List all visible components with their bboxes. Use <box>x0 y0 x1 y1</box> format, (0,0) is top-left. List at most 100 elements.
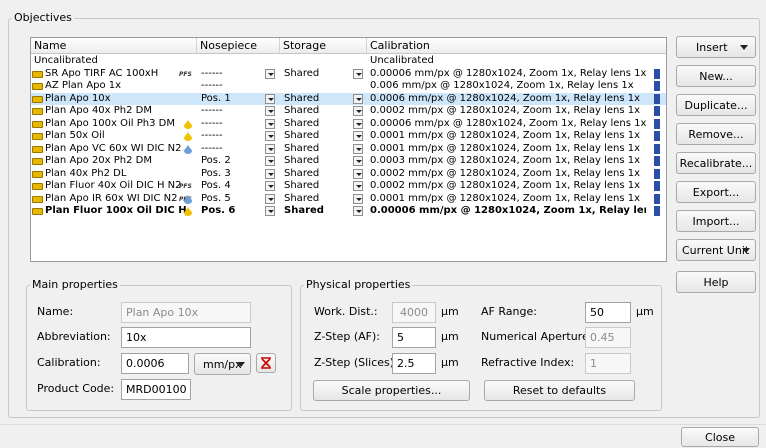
nosepiece-dropdown[interactable] <box>265 193 275 204</box>
row-storage: Shared <box>284 105 320 116</box>
table-row[interactable]: Plan Apo IR 60x WI DIC N2PFSPos. 5Shared… <box>31 193 666 205</box>
storage-dropdown[interactable] <box>353 181 363 191</box>
table-row[interactable]: Plan Fluor 40x Oil DIC H N2 PFS Pos. 4 Shar… <box>31 180 666 192</box>
row-calibration: 0.0002 mm/px @ 1280x1024, Zoom 1x, Relay… <box>370 167 641 179</box>
help-button[interactable]: Help <box>676 271 756 293</box>
calibration-details-icon[interactable] <box>654 143 660 154</box>
table-row[interactable]: Plan Fluor 100x Oil DIC H Pos. 6 Shared 0.0… <box>31 205 666 217</box>
objectives-group-title: Objectives <box>12 11 74 24</box>
nosepiece-dropdown[interactable] <box>265 106 275 116</box>
storage-dropdown[interactable] <box>353 193 363 204</box>
row-storage: Shared <box>284 167 320 179</box>
nosepiece-dropdown[interactable] <box>265 68 275 79</box>
storage-dropdown[interactable] <box>353 106 363 116</box>
header-storage[interactable]: Storage <box>280 38 367 53</box>
storage-dropdown[interactable] <box>353 131 363 141</box>
objectives-table[interactable]: Name Nosepiece Storage Calibration Uncal… <box>30 37 667 262</box>
calibration-details-icon[interactable] <box>654 106 660 116</box>
row-name: Plan Fluor 100x Oil DIC H <box>45 205 187 216</box>
main-properties-title: Main properties <box>30 278 120 291</box>
row-name: SR Apo TIRF AC 100xH <box>45 67 159 79</box>
calibration-details-icon[interactable] <box>654 193 660 204</box>
import-button[interactable]: Import... <box>676 210 756 232</box>
af-range-field[interactable]: 50 <box>585 302 631 323</box>
work-dist-unit: µm <box>441 305 459 318</box>
new-button[interactable]: New... <box>676 65 756 87</box>
remove-button[interactable]: Remove... <box>676 123 756 145</box>
header-name[interactable]: Name <box>31 38 197 53</box>
row-storage <box>284 80 344 92</box>
oil-drop-icon <box>184 206 192 216</box>
zstep-slices-unit: µm <box>441 356 459 369</box>
zstep-af-field[interactable]: 5 <box>392 327 436 348</box>
table-row[interactable]: Plan Apo 10x Pos. 1 Shared 0.0006 mm/px @ 1… <box>31 92 666 105</box>
water-drop-icon <box>184 193 192 204</box>
refractive-index-field: 1 <box>585 353 631 374</box>
table-row[interactable]: Plan Apo 20x Ph2 DM Pos. 2 Shared 0.0003 mm… <box>31 155 666 167</box>
calibration-details-icon[interactable] <box>654 206 660 216</box>
calibration-details-icon[interactable] <box>654 181 660 191</box>
export-button[interactable]: Export... <box>676 181 756 203</box>
calibration-details-icon[interactable] <box>654 93 660 104</box>
calibration-unit-select[interactable]: mm/px <box>194 353 251 375</box>
table-row[interactable]: Plan Apo 40x Ph2 DM ------ Shared 0.0002 mm… <box>31 105 666 117</box>
storage-dropdown[interactable] <box>353 156 363 166</box>
row-storage: Shared <box>284 142 320 154</box>
table-row[interactable]: Plan Apo 100x Oil Ph3 DM ------ Shared 0.00… <box>31 118 666 130</box>
scale-properties-button[interactable]: Scale properties... <box>313 380 470 401</box>
zstep-slices-field[interactable]: 2.5 <box>392 353 436 374</box>
objective-icon <box>32 208 43 215</box>
table-row[interactable]: Plan Apo VC 60x WI DIC N2 ------ Shared 0.0… <box>31 143 666 155</box>
header-calibration[interactable]: Calibration <box>367 38 666 53</box>
storage-dropdown[interactable] <box>353 118 363 129</box>
nosepiece-dropdown[interactable] <box>265 156 275 166</box>
header-nosepiece[interactable]: Nosepiece <box>197 38 280 53</box>
storage-dropdown[interactable] <box>353 93 363 104</box>
close-button[interactable]: Close <box>681 427 759 447</box>
duplicate-button[interactable]: Duplicate... <box>676 94 756 116</box>
row-storage: Shared <box>284 155 320 166</box>
insert-button[interactable]: Insert <box>676 36 756 58</box>
reset-defaults-button[interactable]: Reset to defaults <box>484 380 635 401</box>
objective-icon <box>32 83 43 90</box>
row-name: Plan Apo 20x Ph2 DM <box>45 155 152 166</box>
nosepiece-dropdown[interactable] <box>265 93 275 104</box>
recalibrate-button[interactable]: Recalibrate... <box>676 152 756 174</box>
row-nosepiece: Pos. 4 <box>201 180 231 191</box>
abbreviation-field[interactable]: 10x <box>121 327 251 348</box>
row-calibration: 0.0006 mm/px @ 1280x1024, Zoom 1x, Relay… <box>370 92 641 104</box>
current-unit-label: Current Unit <box>682 243 750 257</box>
table-row[interactable]: Plan 50x Oil ------ Shared 0.0001 mm/px @ 1… <box>31 130 666 142</box>
product-code-field[interactable]: MRD00100 <box>121 379 191 400</box>
nosepiece-dropdown[interactable] <box>265 131 275 141</box>
calibration-details-icon[interactable] <box>654 81 660 91</box>
calibration-details-icon[interactable] <box>654 118 660 129</box>
storage-dropdown[interactable] <box>353 206 363 216</box>
dropdown-arrow-icon <box>237 362 245 367</box>
nosepiece-dropdown[interactable] <box>265 118 275 129</box>
nosepiece-dropdown[interactable] <box>265 181 275 191</box>
calibration-details-icon[interactable] <box>654 156 660 166</box>
nosepiece-dropdown[interactable] <box>265 143 275 154</box>
table-row[interactable]: Uncalibrated Uncalibrated <box>31 55 666 67</box>
clear-calibration-button[interactable] <box>256 353 276 373</box>
row-storage <box>284 55 344 67</box>
table-row[interactable]: Plan 40x Ph2 DL Pos. 3 Shared 0.0002 mm/px … <box>31 168 666 180</box>
objective-icon <box>32 158 43 165</box>
current-unit-button[interactable]: Current Unit <box>676 239 756 261</box>
calibration-details-icon[interactable] <box>654 68 660 79</box>
oil-drop-icon <box>184 118 192 129</box>
table-row[interactable]: SR Apo TIRF AC 100xH PFS ------ Shared 0.000… <box>31 68 666 80</box>
nosepiece-dropdown[interactable] <box>265 206 275 216</box>
bottom-separator <box>0 424 766 425</box>
nosepiece-dropdown[interactable] <box>265 168 275 179</box>
storage-dropdown[interactable] <box>353 143 363 154</box>
calibration-field[interactable]: 0.0006 <box>121 353 189 374</box>
storage-dropdown[interactable] <box>353 168 363 179</box>
table-row[interactable]: AZ Plan Apo 1x ------ 0.006 mm/px @ 1280x1… <box>31 80 666 92</box>
row-calibration: 0.00006 mm/px @ 1280x1024, Zoom 1x, Rela… <box>370 205 646 216</box>
calibration-details-icon[interactable] <box>654 168 660 179</box>
calibration-details-icon[interactable] <box>654 131 660 141</box>
storage-dropdown[interactable] <box>353 68 363 79</box>
row-calibration: 0.0001 mm/px @ 1280x1024, Zoom 1x, Relay… <box>370 192 641 204</box>
